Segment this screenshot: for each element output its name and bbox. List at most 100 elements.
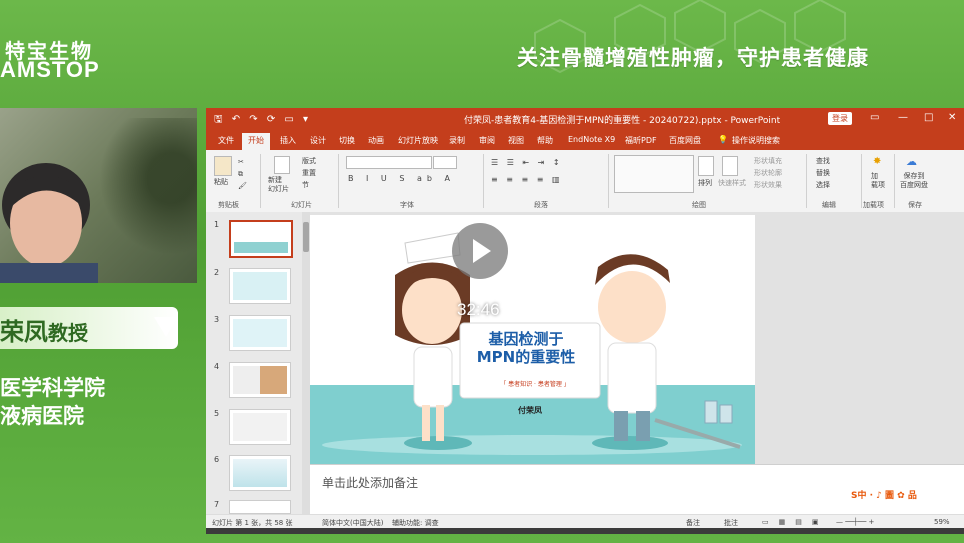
- group-clipboard: 剪贴板: [218, 201, 239, 209]
- select-button[interactable]: 选择: [816, 180, 830, 190]
- arrange-button[interactable]: 排列: [698, 178, 712, 188]
- quick-access-toolbar[interactable]: 🖫 ↶ ↷ ⟳ ▭ ▾: [214, 112, 311, 129]
- tab-transitions[interactable]: 切换: [339, 135, 355, 146]
- ribbon: 粘贴 ✂ ⧉ 🖌 剪贴板 新建 幻灯片 版式 重置 节 幻灯片 B I U S …: [206, 150, 964, 213]
- taskbar: [206, 528, 964, 534]
- minimize-button[interactable]: —: [898, 112, 908, 123]
- quick-styles-button[interactable]: 快速样式: [718, 178, 746, 188]
- current-slide[interactable]: 基因检测于 MPN的重要性 「 患者知识 · 患者管理 」 付荣凤: [310, 215, 755, 466]
- layout-button[interactable]: 版式: [302, 156, 316, 166]
- shape-fill-button[interactable]: 形状填充: [754, 156, 782, 166]
- speaker-name: 荣凤教授: [0, 317, 88, 346]
- replace-button[interactable]: 替换: [816, 168, 830, 178]
- tab-animations[interactable]: 动画: [368, 135, 384, 146]
- tell-me-search[interactable]: 操作说明搜索: [732, 135, 780, 146]
- notes-placeholder: 单击此处添加备注: [322, 476, 419, 490]
- font-size-dropdown[interactable]: [433, 156, 457, 169]
- ime-toolbar[interactable]: S中 · ♪ 圖 ✿ 品: [848, 486, 964, 504]
- slide-count: 幻灯片 第 1 张，共 58 张: [212, 519, 293, 527]
- find-button[interactable]: 查找: [816, 156, 830, 166]
- accessibility-status[interactable]: 辅助功能: 调查: [392, 518, 439, 528]
- reset-button[interactable]: 重置: [302, 168, 316, 178]
- slide-thumbnail-1[interactable]: [229, 220, 293, 258]
- background-plant: [87, 118, 197, 268]
- title-bar: 🖫 ↶ ↷ ⟳ ▭ ▾ 付荣凤-患者教育4-基因检测于MPN的重要性 - 202…: [206, 108, 964, 130]
- maximize-button[interactable]: □: [924, 112, 933, 123]
- tab-design[interactable]: 设计: [310, 135, 326, 146]
- group-addins: 加载项: [863, 201, 884, 209]
- thumbnail-scrollbar[interactable]: [302, 212, 310, 514]
- tab-home[interactable]: 开始: [242, 133, 270, 150]
- video-timestamp: 32:46: [457, 300, 500, 319]
- window-title: 付荣凤-患者教育4-基因检测于MPN的重要性 - 20240722).pptx …: [464, 116, 781, 126]
- shape-outline-button[interactable]: 形状轮廓: [754, 168, 782, 178]
- affiliation-line2: 液病医院: [0, 403, 84, 428]
- close-button[interactable]: ✕: [948, 112, 956, 123]
- arrange-icon[interactable]: [698, 156, 714, 176]
- divider: [260, 154, 261, 208]
- ribbon-tabs: 文件 开始 插入 设计 切换 动画 幻灯片放映 录制 审阅 视图 帮助 EndN…: [206, 130, 964, 150]
- tab-endnote[interactable]: EndNote X9: [568, 135, 615, 144]
- shapes-gallery[interactable]: [614, 155, 694, 193]
- status-bar: 幻灯片 第 1 张，共 58 张 简体中文(中国大陆) 辅助功能: 调查 备注 …: [206, 514, 964, 529]
- group-drawing: 绘图: [692, 201, 706, 209]
- comments-toggle[interactable]: 批注: [724, 518, 738, 528]
- font-name-dropdown[interactable]: [346, 156, 432, 169]
- list-icons[interactable]: ☰ ☰ ⇤ ⇥ ↕: [491, 158, 563, 167]
- baidu-cloud-icon[interactable]: ☁: [906, 155, 917, 168]
- slide-thumbnail-5[interactable]: [229, 409, 291, 445]
- tab-review[interactable]: 审阅: [479, 135, 495, 146]
- notes-toggle[interactable]: 备注: [686, 518, 700, 528]
- shape-effects-button[interactable]: 形状效果: [754, 180, 782, 190]
- sogou-ime-icons[interactable]: S中 · ♪ 圖 ✿ 品: [851, 488, 917, 501]
- font-format-icons[interactable]: B I U S ab A: [348, 174, 455, 183]
- slide-thumbnail-6[interactable]: [229, 455, 291, 491]
- tab-baidu-netdisk[interactable]: 百度网盘: [669, 135, 701, 146]
- language-indicator[interactable]: 简体中文(中国大陆): [322, 518, 383, 528]
- video-play-button[interactable]: [452, 223, 508, 279]
- thumb-number: 1: [214, 220, 220, 229]
- addin-icon[interactable]: ✸: [873, 156, 881, 167]
- slide-subtitle: 「 患者知识 · 患者管理 」: [500, 381, 570, 388]
- divider: [483, 154, 484, 208]
- save-to-baidu-button[interactable]: 保存到 百度网盘: [900, 172, 928, 190]
- addins-button[interactable]: 加 载项: [871, 172, 885, 190]
- tab-slideshow[interactable]: 幻灯片放映: [398, 135, 438, 146]
- paste-icon[interactable]: [214, 156, 232, 176]
- login-button[interactable]: 登录: [828, 112, 852, 125]
- align-icons[interactable]: ≡ ≡ ≡ ≡ ▥: [491, 175, 563, 184]
- nameplate-arrow: [154, 317, 178, 337]
- slogan: 关注骨髓增殖性肿瘤，守护患者健康: [517, 46, 869, 70]
- new-slide-icon[interactable]: [274, 156, 290, 174]
- scrollbar-thumb[interactable]: [303, 222, 309, 252]
- group-slides: 幻灯片: [291, 201, 312, 209]
- ribbon-display-icon[interactable]: ▭: [870, 112, 879, 123]
- paste-button[interactable]: 粘贴: [214, 177, 228, 187]
- group-save: 保存: [908, 201, 922, 209]
- affiliation-line1: 医学科学院: [0, 375, 105, 400]
- play-icon: [473, 239, 491, 263]
- tab-help[interactable]: 帮助: [537, 135, 553, 146]
- slide-thumbnail-7[interactable]: [229, 500, 291, 514]
- group-font: 字体: [400, 201, 414, 209]
- zoom-level[interactable]: 59%: [934, 518, 950, 526]
- divider: [338, 154, 339, 208]
- tab-record[interactable]: 录制: [449, 135, 465, 146]
- format-painter-icon[interactable]: 🖌: [238, 182, 247, 190]
- quick-styles-icon[interactable]: [722, 156, 738, 176]
- new-slide-button[interactable]: 新建 幻灯片: [268, 176, 289, 194]
- cut-icon[interactable]: ✂: [238, 158, 244, 166]
- tab-foxit-pdf[interactable]: 福昕PDF: [625, 135, 657, 146]
- tab-file[interactable]: 文件: [218, 135, 234, 146]
- slide-thumbnail-3[interactable]: [229, 315, 291, 351]
- tab-insert[interactable]: 插入: [280, 135, 296, 146]
- slide-thumbnail-4[interactable]: [229, 362, 291, 398]
- view-buttons[interactable]: ▭▦▤▣: [762, 518, 828, 526]
- section-button[interactable]: 节: [302, 180, 309, 190]
- group-editing: 编辑: [822, 201, 836, 209]
- speaker-face: [0, 163, 98, 283]
- copy-icon[interactable]: ⧉: [238, 170, 243, 179]
- slide-thumbnail-2[interactable]: [229, 268, 291, 304]
- zoom-slider[interactable]: — ──┼── +: [836, 518, 874, 526]
- tab-view[interactable]: 视图: [508, 135, 524, 146]
